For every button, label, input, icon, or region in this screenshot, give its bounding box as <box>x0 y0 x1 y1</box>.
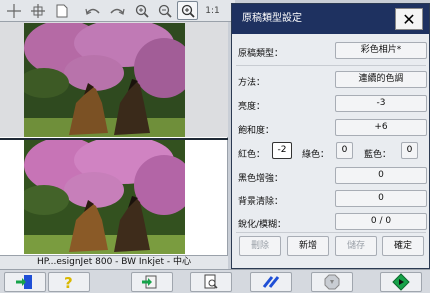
original-type-select[interactable]: 彩色相片* <box>335 42 427 59</box>
sharpen-blur-label: 銳化/模糊： <box>238 220 287 230</box>
redo-icon[interactable] <box>106 1 127 20</box>
brightness-field[interactable]: -3 <box>335 95 427 112</box>
background-remove-field[interactable]: 0 <box>335 190 427 207</box>
green-label: 綠色： <box>302 150 330 160</box>
stop-icon <box>324 274 340 290</box>
sharpen-blur-field[interactable]: 0 / 0 <box>335 213 427 230</box>
blue-label: 藍色： <box>364 150 392 160</box>
slash-icon <box>262 276 280 288</box>
method-select[interactable]: 連續的色調 <box>335 71 427 88</box>
divider <box>236 65 426 66</box>
original-type-label: 原稿類型： <box>238 49 284 59</box>
preview-button[interactable] <box>190 272 232 292</box>
black-enhance-label: 黑色增強： <box>238 174 284 184</box>
red-field[interactable]: -2 <box>272 142 292 159</box>
method-label: 方法： <box>238 78 266 88</box>
actual-size-label: 1:1 <box>205 5 220 16</box>
delete-button[interactable]: 刪除 <box>239 236 281 256</box>
red-label: 紅色： <box>238 150 266 160</box>
svg-text:?: ? <box>64 274 73 290</box>
saturation-field[interactable]: +6 <box>335 119 427 136</box>
exit-button[interactable] <box>4 272 46 292</box>
help-button[interactable]: ? <box>48 272 90 292</box>
copy-setup-button[interactable] <box>131 272 173 292</box>
green-field[interactable]: 0 <box>336 142 353 159</box>
blue-field[interactable]: 0 <box>401 142 418 159</box>
new-button[interactable]: 新增 <box>287 236 329 256</box>
preview-pane <box>0 22 228 255</box>
help-icon: ? <box>64 274 73 290</box>
preview-icon <box>204 274 218 289</box>
page-icon[interactable] <box>51 1 72 20</box>
zoom-out-icon[interactable] <box>154 1 175 20</box>
start-icon <box>392 273 410 291</box>
adjusted-preview-image <box>24 140 185 254</box>
stop-button[interactable] <box>311 272 353 292</box>
zoom-in-icon[interactable] <box>131 1 152 20</box>
feed-button[interactable] <box>250 272 292 292</box>
undo-icon[interactable] <box>82 1 103 20</box>
brightness-label: 亮度： <box>238 102 266 112</box>
original-type-dialog: 原稿類型設定 ✕ 原稿類型： 彩色相片* 方法： 連續的色調 亮度： -3 飽和… <box>231 3 430 269</box>
zoom-fit-icon[interactable] <box>177 1 198 20</box>
setup-icon <box>142 275 157 289</box>
exit-icon <box>16 275 32 289</box>
background-remove-label: 背景清除： <box>238 197 284 207</box>
actual-size-button[interactable]: 1:1 <box>202 1 223 20</box>
start-button[interactable] <box>380 272 422 292</box>
save-button[interactable]: 儲存 <box>335 236 377 256</box>
close-button[interactable]: ✕ <box>395 8 423 30</box>
top-toolbar: 1:1 <box>0 0 235 22</box>
bottom-toolbar: ? <box>0 269 430 293</box>
close-icon: ✕ <box>402 9 416 29</box>
ok-button[interactable]: 確定 <box>382 236 424 256</box>
crosshair-icon[interactable] <box>3 1 24 20</box>
original-preview-image <box>24 23 185 137</box>
printer-status-bar: HP...esignJet 800 - BW Inkjet - 中心 <box>0 255 228 269</box>
move-icon[interactable] <box>27 1 48 20</box>
divider <box>236 232 426 233</box>
saturation-label: 飽和度： <box>238 126 275 136</box>
black-enhance-field[interactable]: 0 <box>335 167 427 184</box>
